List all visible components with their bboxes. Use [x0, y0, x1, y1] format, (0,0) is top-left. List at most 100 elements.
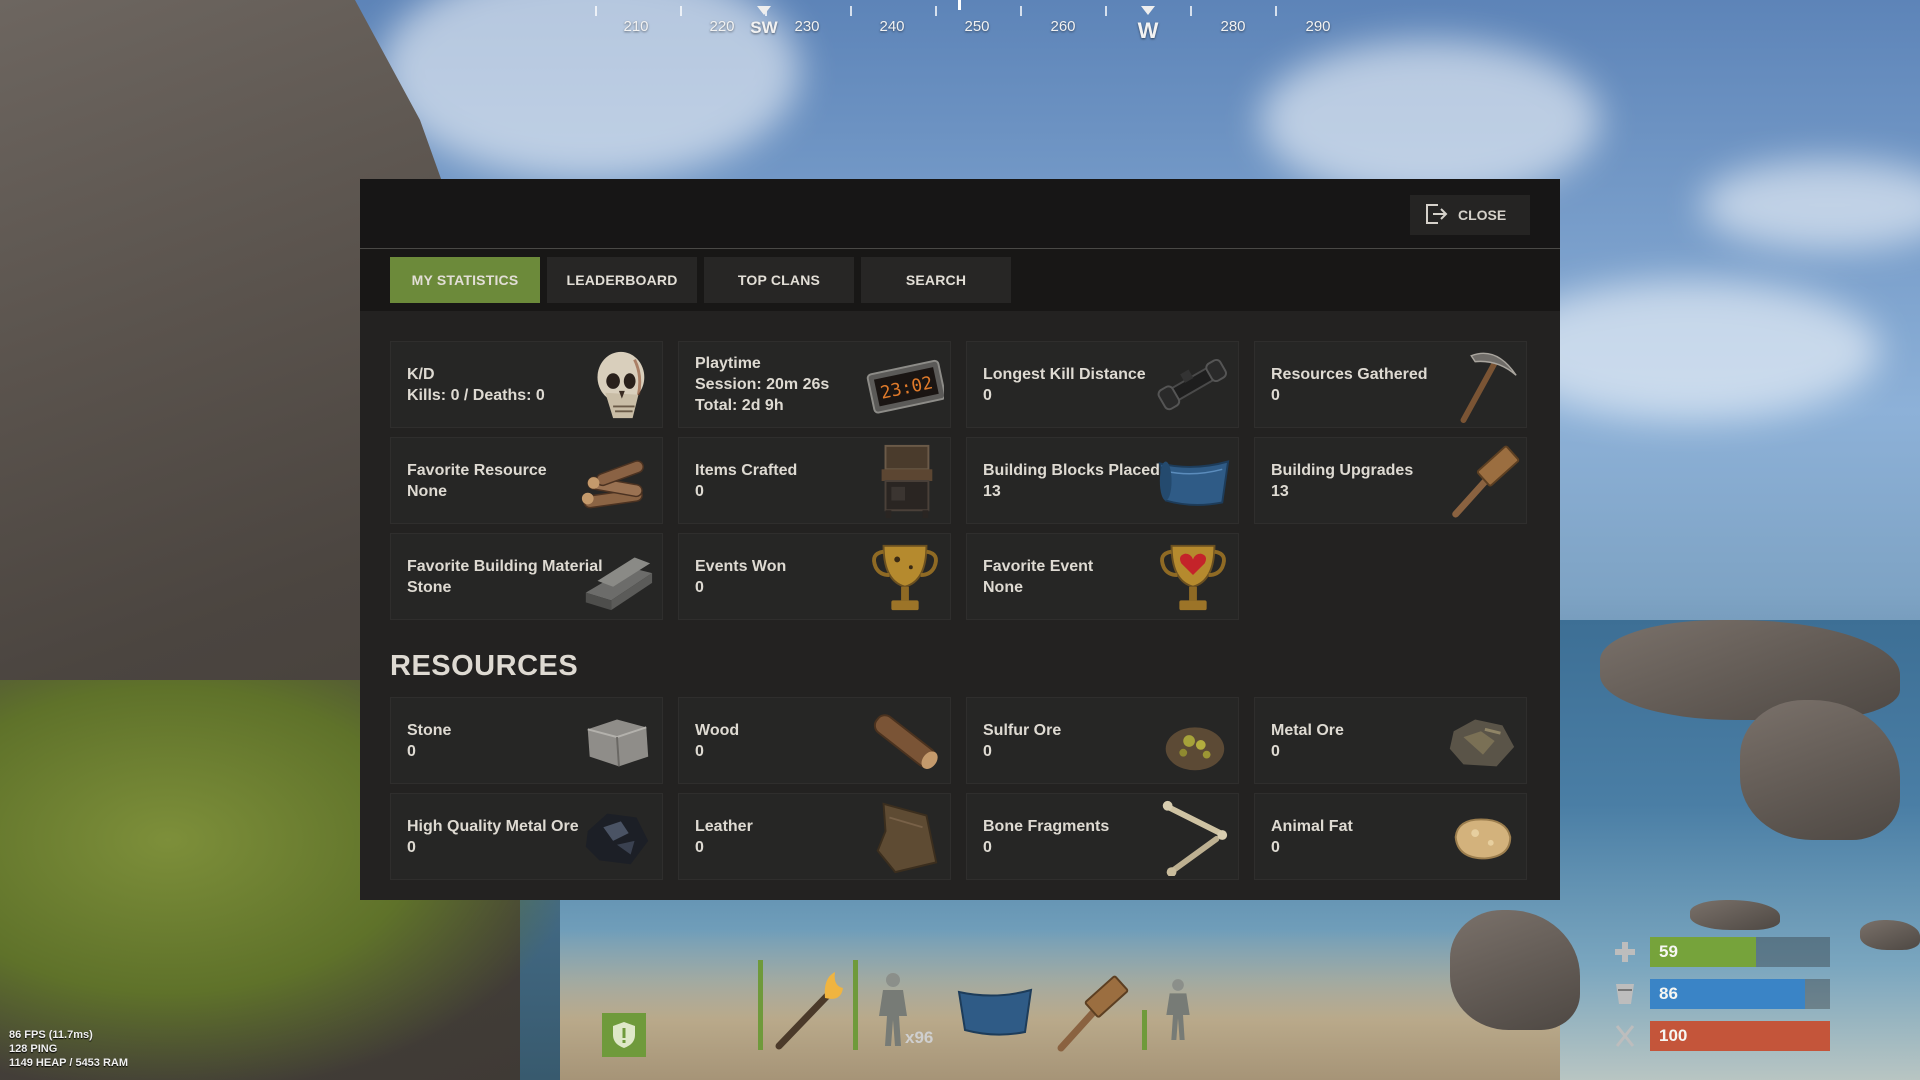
stat-value: Session: 20m 26s: [695, 376, 830, 393]
fps-readout: 86 FPS (11.7ms): [9, 1029, 93, 1041]
torch-icon[interactable]: [769, 972, 849, 1052]
water-cup-icon: [1608, 979, 1642, 1009]
stat-value: 13: [983, 482, 1001, 500]
resource-title: Leather: [695, 817, 753, 835]
resource-value: 0: [407, 838, 416, 856]
stat-card-items-crafted: Items Crafted 0: [678, 437, 951, 524]
resource-card-bone-fragments: Bone Fragments 0: [966, 793, 1239, 880]
stat-value: Kills: 0 / Deaths: 0: [407, 386, 545, 404]
panel-header: CLOSE: [360, 179, 1560, 249]
resource-card-metal-ore: Metal Ore 0: [1254, 697, 1527, 784]
exit-icon: [1424, 203, 1448, 228]
food-status: 100: [1608, 1021, 1830, 1051]
building-plan-icon[interactable]: [955, 978, 1035, 1042]
compass-cardinal-label: SW: [750, 18, 778, 37]
stat-title: K/D: [407, 365, 435, 383]
resource-title: High Quality Metal Ore: [407, 817, 579, 835]
stat-title: Building Upgrades: [1271, 461, 1414, 479]
close-label: CLOSE: [1458, 207, 1507, 223]
wood-log-icon: [873, 714, 938, 769]
stat-value: Total: 2d 9h: [695, 397, 784, 414]
stat-value: 0: [1271, 386, 1280, 404]
stat-card-playtime: Playtime Session: 20m 26s Total: 2d 9h 2…: [678, 341, 951, 428]
safe-zone-shield-icon: [602, 1013, 646, 1057]
resource-title: Animal Fat: [1271, 817, 1353, 835]
digital-clock-icon: 23:02: [866, 359, 944, 414]
resource-card-hq-metal-ore: High Quality Metal Ore 0: [390, 793, 663, 880]
stat-card-kd: K/D Kills: 0 / Deaths: 0: [390, 341, 663, 428]
close-button[interactable]: CLOSE: [1410, 195, 1530, 235]
hammer-icon[interactable]: [1051, 974, 1131, 1054]
resource-value: 0: [983, 838, 992, 856]
stat-title: Playtime: [695, 355, 761, 372]
stat-value: None: [983, 578, 1023, 596]
stat-title: Favorite Event: [983, 557, 1094, 575]
hotbar-separator: [853, 960, 858, 1050]
resource-value: 0: [1271, 838, 1280, 856]
compass-heading-label: 280: [1220, 18, 1246, 35]
resource-title: Stone: [407, 721, 452, 739]
player-figure-icon[interactable]: [1153, 970, 1203, 1050]
pickaxe-icon: [1460, 352, 1517, 424]
tab-leaderboard[interactable]: LEADERBOARD: [547, 257, 697, 303]
food-value: 100: [1659, 1026, 1688, 1045]
stat-card-resources-gathered: Resources Gathered 0: [1254, 341, 1527, 428]
tab-top-clans[interactable]: TOP CLANS: [704, 257, 854, 303]
compass-heading-label: 230: [794, 18, 820, 35]
bone-icon: [1162, 800, 1228, 876]
resource-card-leather: Leather 0: [678, 793, 951, 880]
resource-value: 0: [695, 838, 704, 856]
compass-heading-label: 260: [1050, 18, 1076, 35]
compass-heading-label: 250: [964, 18, 990, 35]
compass-bar: 210 220 SW 230 240 250 260 W 280 290: [590, 0, 1350, 50]
hydration-bar: 86: [1650, 979, 1805, 1009]
stat-card-building-blocks: Building Blocks Placed 13: [966, 437, 1239, 524]
health-bar: 59: [1650, 937, 1757, 967]
resource-value: 0: [695, 742, 704, 760]
tab-my-statistics[interactable]: MY STATISTICS: [390, 257, 540, 303]
stat-value: Stone: [407, 578, 452, 596]
resource-title: Metal Ore: [1271, 721, 1344, 739]
stats-grid: K/D Kills: 0 / Deaths: 0 Playtime Sessio…: [390, 341, 1527, 620]
compass-waypoint-marker: [1141, 6, 1155, 15]
compass-center-marker: [958, 0, 961, 10]
panel-body: K/D Kills: 0 / Deaths: 0 Playtime Sessio…: [360, 311, 1560, 880]
resource-title: Bone Fragments: [983, 817, 1110, 835]
stat-value: 0: [695, 578, 704, 596]
resource-title: Wood: [695, 721, 740, 739]
resource-value: 0: [983, 742, 992, 760]
stat-value: 0: [695, 482, 704, 500]
statistics-panel: CLOSE MY STATISTICS LEADERBOARD TOP CLAN…: [360, 179, 1560, 900]
tab-bar: MY STATISTICS LEADERBOARD TOP CLANS SEAR…: [360, 249, 1560, 311]
skull-icon: [597, 351, 645, 419]
stat-card-building-upgrades: Building Upgrades 13: [1254, 437, 1527, 524]
compass-heading-label: 290: [1305, 18, 1331, 35]
leather-icon: [876, 802, 938, 874]
stat-value: 0: [983, 386, 992, 404]
resources-grid: Stone 0 Wood 0 Sulfur Ore 0 Metal Ore 0 …: [390, 697, 1527, 880]
food-bar: 100: [1650, 1021, 1830, 1051]
health-value: 59: [1659, 942, 1678, 961]
hydration-bar-track: 86: [1650, 979, 1830, 1009]
resources-section-title: RESOURCES: [390, 650, 579, 682]
wood-pile-icon: [581, 460, 644, 509]
health-status: 59: [1608, 937, 1830, 967]
compass-heading-label: 210: [623, 18, 649, 35]
resource-card-wood: Wood 0: [678, 697, 951, 784]
metal-ore-icon: [1449, 719, 1515, 767]
debug-stats: 86 FPS (11.7ms) 128 PING 1149 HEAP / 545…: [9, 1028, 128, 1070]
compass-heading-label: 240: [879, 18, 905, 35]
building-plan-icon: [1158, 460, 1230, 506]
stat-value: 13: [1271, 482, 1289, 500]
hammer-icon: [1452, 445, 1520, 518]
compass-waypoint-marker: [757, 6, 771, 15]
hydration-value: 86: [1659, 984, 1678, 1003]
stat-value: None: [407, 482, 447, 500]
resource-title: Sulfur Ore: [983, 721, 1062, 739]
hotbar: x96: [755, 960, 1205, 1060]
scope-icon: [1157, 358, 1227, 411]
tab-search[interactable]: SEARCH: [861, 257, 1011, 303]
stat-card-events-won: Events Won 0: [678, 533, 951, 620]
resource-card-stone: Stone 0: [390, 697, 663, 784]
hotbar-item-count: x96: [905, 1028, 934, 1047]
